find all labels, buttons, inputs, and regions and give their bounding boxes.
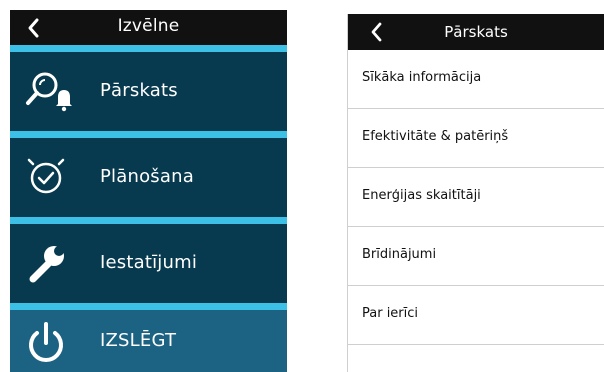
list-item-label: Par ierīci xyxy=(362,306,419,321)
wrench-icon xyxy=(29,246,64,283)
menu-item-label: Plānošana xyxy=(100,166,194,187)
list-item-label: Efektivitāte & patēriņš xyxy=(362,129,509,144)
menu-item-label: IZSLĒGT xyxy=(100,330,177,351)
submenu-header: Pārskats xyxy=(348,14,604,50)
divider xyxy=(10,303,287,310)
menu-item-scheduling[interactable]: Plānošana xyxy=(10,138,287,217)
menu-item-label: Pārskats xyxy=(100,80,178,101)
divider xyxy=(10,217,287,224)
menu-title: Izvēlne xyxy=(117,16,180,36)
overview-submenu-panel: Pārskats Sīkāka informācija Efektivitāte… xyxy=(347,14,604,372)
menu-header: Izvēlne xyxy=(10,10,287,45)
submenu-title: Pārskats xyxy=(444,23,508,41)
overview-search-bell-icon xyxy=(26,72,72,112)
divider xyxy=(10,131,287,138)
list-item-efficiency[interactable]: Efektivitāte & patēriņš xyxy=(348,109,604,168)
menu-item-label: Iestatījumi xyxy=(100,252,198,273)
list-item-about-device[interactable]: Par ierīci xyxy=(348,286,604,345)
menu-item-settings[interactable]: Iestatījumi xyxy=(10,224,287,303)
list-item-label: Enerģijas skaitītāji xyxy=(362,188,481,203)
power-off-button[interactable]: IZSLĒGT xyxy=(10,310,287,372)
list-item-label: Brīdinājumi xyxy=(362,247,437,262)
menu-item-overview[interactable]: Pārskats xyxy=(10,52,287,131)
divider xyxy=(10,45,287,52)
list-item-energy-meters[interactable]: Enerģijas skaitītāji xyxy=(348,168,604,227)
list-item-warnings[interactable]: Brīdinājumi xyxy=(348,227,604,286)
main-menu-panel: Izvēlne Pārskats Plānošana Iestatījumi I… xyxy=(10,10,287,372)
list-item-label: Sīkāka informācija xyxy=(362,70,482,85)
clock-check-icon xyxy=(27,158,65,194)
list-item-details[interactable]: Sīkāka informācija xyxy=(348,50,604,109)
power-icon xyxy=(29,322,63,362)
